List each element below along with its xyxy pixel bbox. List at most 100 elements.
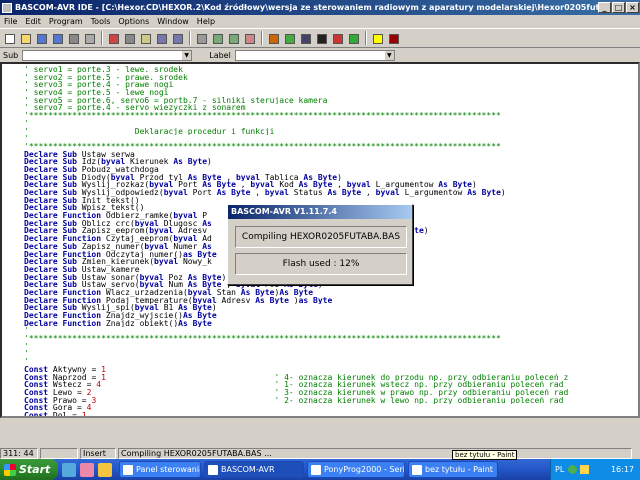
menu-help[interactable]: Help	[193, 17, 219, 26]
menu-options[interactable]: Options	[114, 17, 153, 26]
code-line: '***************************************…	[24, 335, 638, 343]
title-bar[interactable]: BASCOM-AVR IDE - [C:\Hexor.CD\HEXOR.2\Ko…	[0, 0, 640, 15]
code-line: Const Prawo = 3 ' 2- oznacza kierunek w …	[24, 397, 638, 405]
code-token: ,	[240, 181, 251, 189]
paste-icon-button[interactable]	[138, 31, 152, 45]
menu-bar: File Edit Program Tools Options Window H…	[0, 15, 640, 28]
code-token: byval	[264, 189, 294, 197]
copy-icon-button[interactable]	[122, 31, 136, 45]
code-token: 1	[81, 411, 87, 418]
compile-icon	[269, 34, 279, 44]
save-as-icon-button[interactable]	[50, 31, 64, 45]
ie-icon[interactable]	[62, 462, 76, 477]
code-token: As	[202, 219, 212, 228]
taskbar-button[interactable]: BASCOM-AVR	[204, 461, 304, 478]
code-token: ,	[366, 189, 376, 197]
network-icon[interactable]	[568, 465, 578, 474]
code-token: Zapisz_numer(	[81, 242, 145, 251]
code-token: Const	[24, 396, 53, 405]
new-icon-button[interactable]	[2, 31, 16, 45]
language-indicator[interactable]: PL	[555, 465, 564, 474]
sub-dropdown[interactable]: ▼	[22, 50, 193, 61]
code-line: Declare Function Znajdz_obiekt()As Byte	[24, 320, 638, 328]
code-token: byval	[110, 173, 140, 182]
compile-dialog: BASCOM-AVR V1.11.7.4 Compiling HEXOR0205…	[227, 204, 413, 285]
code-token: byval	[144, 242, 174, 251]
code-token: Prawo =	[52, 396, 92, 405]
taskbar-button[interactable]: bez tytułu - Paint	[408, 461, 498, 478]
taskbar-button[interactable]: Panel sterowania	[119, 461, 201, 478]
taskbar-button-label: bez tytułu - Paint	[425, 465, 493, 474]
code-token: ' servo7 = porte.4 - servo wiezyczki z s…	[24, 104, 246, 113]
find-icon-button[interactable]	[194, 31, 208, 45]
code-token: Lewo =	[52, 388, 87, 397]
code-token: '	[24, 135, 29, 143]
navigation-bar: Sub ▼ Label ▼	[0, 49, 640, 62]
clock[interactable]: 16:17	[611, 465, 634, 474]
code-token: ,	[337, 181, 347, 189]
lcd-designer-icon-button[interactable]	[346, 31, 360, 45]
undo-icon-button[interactable]	[154, 31, 168, 45]
code-token: Odbierz_ramke(	[105, 212, 174, 220]
bookmark-icon-button[interactable]	[242, 31, 256, 45]
syntax-check-icon	[285, 34, 295, 44]
menu-program[interactable]: Program	[45, 17, 87, 26]
status-bar: 311: 44 Insert Compiling HEXOR0205FUTABA…	[0, 447, 640, 459]
code-token: byval	[101, 158, 130, 166]
outlook-icon[interactable]	[98, 462, 112, 477]
cut-icon-button[interactable]	[106, 31, 120, 45]
code-line: ' servo1 = porte.3 - lewe. srodek	[24, 66, 638, 74]
code-line: Const Gora = 4	[24, 404, 638, 412]
indent-icon-button[interactable]	[210, 31, 224, 45]
exit-icon-button[interactable]	[386, 31, 400, 45]
print-preview-icon-button[interactable]	[82, 31, 96, 45]
taskbar-button[interactable]: PonyProg2000 - Seria...	[307, 461, 405, 478]
terminal-icon-button[interactable]	[314, 31, 328, 45]
code-token: As	[202, 242, 212, 251]
compile-icon-button[interactable]	[266, 31, 280, 45]
close-button[interactable]: ×	[626, 2, 639, 13]
media-player-icon[interactable]	[80, 462, 94, 477]
save-icon	[37, 34, 47, 44]
app-icon[interactable]	[2, 2, 12, 13]
help-icon-button[interactable]	[370, 31, 384, 45]
menu-window[interactable]: Window	[153, 17, 193, 26]
chevron-down-icon[interactable]: ▼	[384, 51, 394, 60]
maximize-button[interactable]: □	[612, 2, 625, 13]
code-token: Declare Function	[24, 250, 106, 259]
code-token: Const	[24, 411, 53, 418]
redo-icon-button[interactable]	[170, 31, 184, 45]
menu-tools[interactable]: Tools	[87, 17, 115, 26]
toolbar-separator	[261, 31, 263, 45]
code-token: Ustaw_serwa	[81, 150, 135, 159]
simulator-icon-button[interactable]	[330, 31, 344, 45]
syntax-check-icon-button[interactable]	[282, 31, 296, 45]
code-line: ' Deklaracje procedur i funkcji	[24, 128, 638, 136]
open-icon-button[interactable]	[18, 31, 32, 45]
print-icon-button[interactable]	[66, 31, 80, 45]
volume-icon[interactable]	[580, 465, 590, 474]
code-token: Declare Function	[24, 212, 106, 220]
code-token: ' servo5 = porte.6, servo6 = portb.7 - s…	[24, 96, 328, 105]
save-icon-button[interactable]	[34, 31, 48, 45]
code-token: Const	[24, 381, 53, 389]
code-line: Declare Sub Wyslij_odpowiedz(byval Port …	[24, 189, 638, 197]
minimize-button[interactable]: _	[598, 2, 611, 13]
code-token: As Byte	[303, 173, 338, 182]
unindent-icon-button[interactable]	[226, 31, 240, 45]
program-chip-icon-button[interactable]	[298, 31, 312, 45]
code-line: Const Wstecz = 4 ' 1- oznacza kierunek w…	[24, 381, 638, 389]
code-token: As Byte	[255, 296, 294, 305]
code-token: As Byte	[173, 158, 208, 166]
code-token: Wlacz_urzadzenia(	[105, 288, 188, 297]
label-dropdown[interactable]: ▼	[234, 50, 395, 61]
menu-file[interactable]: File	[0, 17, 21, 26]
code-token: ' 3- oznacza kierunek w prawo np. przy o…	[91, 388, 569, 397]
code-token: Ustaw_servo(	[81, 281, 140, 289]
code-token: B1	[163, 304, 179, 312]
start-button[interactable]: Start	[0, 459, 58, 480]
chevron-down-icon[interactable]: ▼	[182, 51, 192, 60]
menu-edit[interactable]: Edit	[21, 17, 45, 26]
code-token: as Byte	[182, 250, 217, 259]
code-token: as Byte	[298, 296, 333, 305]
